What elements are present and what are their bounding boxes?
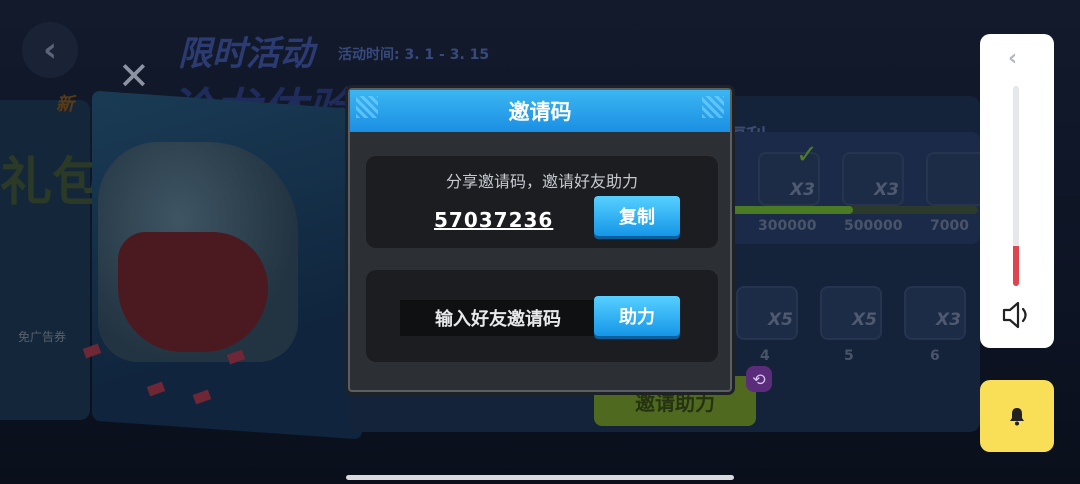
chevron-left-icon: ‹ — [42, 30, 57, 70]
progress-bar — [728, 206, 978, 214]
refresh-icon[interactable]: ⟲ — [746, 366, 772, 392]
new-badge: 新 — [56, 94, 74, 115]
day-label: 6 — [930, 348, 940, 364]
event-date: 活动时间: 3. 1 - 3. 15 — [338, 47, 490, 63]
close-icon[interactable]: ✕ — [118, 54, 150, 98]
invite-code-dialog: 邀请码 分享邀请码，邀请好友助力 57037236 复制 输入好友邀请码 助力 — [348, 88, 732, 392]
speaker-icon[interactable] — [1000, 298, 1034, 332]
reward-multiplier: X3 — [936, 310, 961, 330]
progress-fill — [728, 206, 853, 214]
volume-panel: ‹ — [980, 34, 1054, 348]
left-panel-title: 礼包 — [0, 153, 105, 213]
volume-level-fill — [1013, 246, 1019, 286]
chevron-left-icon[interactable]: ‹ — [1008, 46, 1017, 71]
milestone-label: 7000 — [930, 218, 969, 234]
reward-multiplier: X3 — [790, 180, 815, 200]
back-button[interactable]: ‹ — [22, 22, 78, 78]
help-button[interactable]: 助力 — [594, 296, 680, 336]
share-code-card: 分享邀请码，邀请好友助力 57037236 复制 — [366, 156, 718, 248]
milestone-label: 300000 — [758, 218, 817, 234]
reward-item-tile[interactable] — [926, 152, 988, 206]
copy-button[interactable]: 复制 — [594, 196, 680, 236]
notification-button[interactable] — [980, 380, 1054, 452]
day-label: 5 — [844, 348, 854, 364]
milestone-label: 500000 — [844, 218, 903, 234]
dialog-title: 邀请码 — [350, 90, 730, 132]
invite-code: 57037236 — [434, 208, 554, 232]
reward-multiplier: X5 — [768, 310, 793, 330]
dinosaur-mouth — [118, 232, 268, 352]
home-indicator[interactable] — [346, 475, 734, 480]
reward-multiplier: X3 — [874, 180, 899, 200]
left-panel-subtitle: 免广告券 — [18, 330, 67, 344]
volume-slider[interactable] — [1013, 86, 1019, 286]
check-icon: ✓ — [796, 140, 818, 170]
day-label: 4 — [760, 348, 770, 364]
share-instruction: 分享邀请码，邀请好友助力 — [445, 172, 638, 191]
reward-multiplier: X5 — [852, 310, 877, 330]
bell-icon — [1010, 408, 1024, 426]
enter-code-card: 输入好友邀请码 助力 — [366, 270, 718, 362]
friend-code-input[interactable]: 输入好友邀请码 — [400, 300, 596, 336]
event-title-line1: 限时活动 — [178, 34, 314, 74]
